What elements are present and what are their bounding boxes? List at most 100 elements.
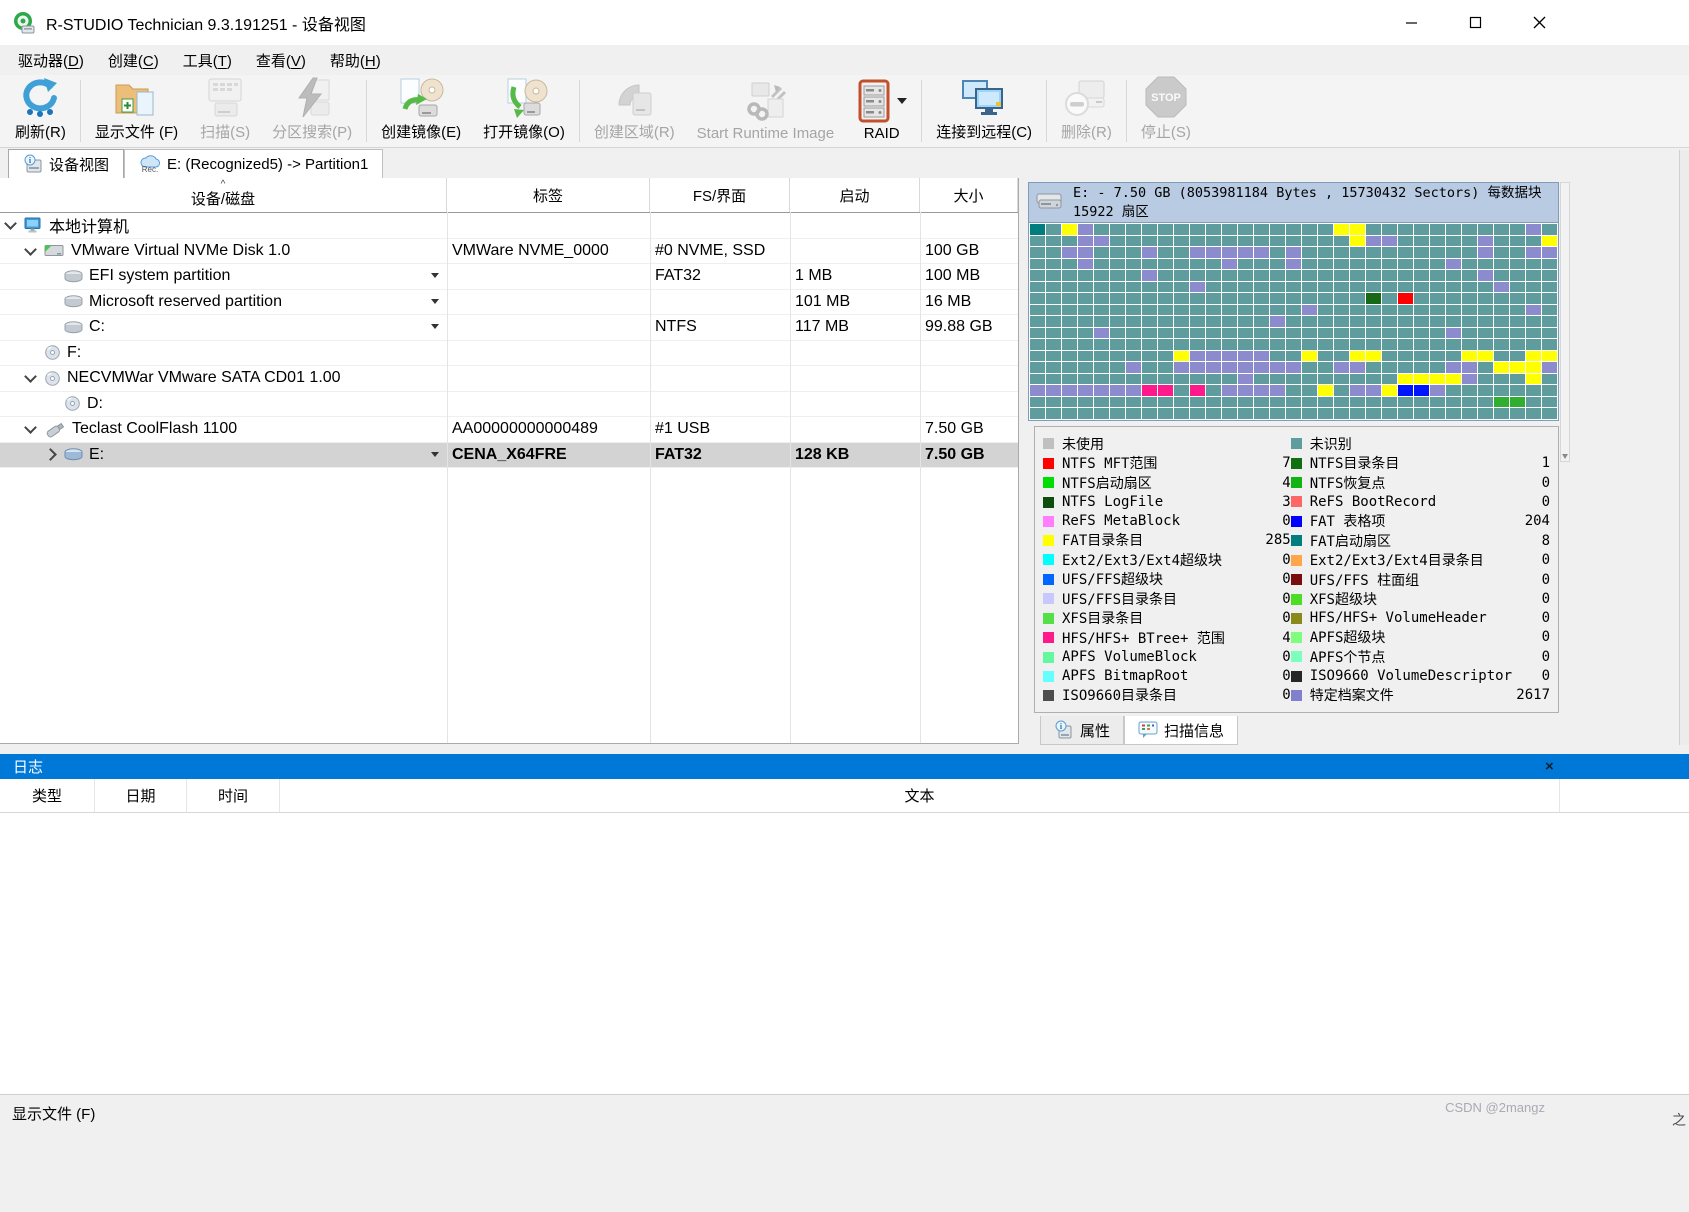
device-row-4[interactable]: C:NTFS117 MB99.88 GB xyxy=(0,315,1018,341)
maximize-button[interactable] xyxy=(1443,0,1507,45)
block-cell xyxy=(1206,408,1221,419)
scan-scrollbar[interactable] xyxy=(1560,182,1570,462)
block-cell xyxy=(1254,270,1269,281)
log-column-header-1[interactable]: 日期 xyxy=(95,779,187,812)
block-cell xyxy=(1158,282,1173,293)
device-row-5[interactable]: F: xyxy=(0,341,1018,367)
block-cell xyxy=(1286,282,1301,293)
toolbar-button-show-files[interactable]: 显示文件 (F) xyxy=(84,75,189,147)
menu-item-1[interactable]: 创建(C) xyxy=(96,50,171,71)
column-header-4[interactable]: 大小 xyxy=(920,178,1018,212)
menu-item-0[interactable]: 驱动器(D) xyxy=(6,50,96,71)
block-cell xyxy=(1414,374,1429,385)
device-name-cell: Microsoft reserved partition xyxy=(0,290,447,315)
expander-open-icon[interactable] xyxy=(24,421,37,434)
device-row-3[interactable]: Microsoft reserved partition101 MB16 MB xyxy=(0,290,1018,316)
toolbar-button-create-image[interactable]: 创建镜像(E) xyxy=(370,75,472,147)
toolbar-button-label: Start Runtime Image xyxy=(697,125,835,142)
scan-tab-properties[interactable]: i属性 xyxy=(1040,716,1124,745)
usb-icon xyxy=(44,421,66,438)
menu-item-2[interactable]: 工具(T) xyxy=(171,50,244,71)
scan-tab-scan-info[interactable]: 扫描信息 xyxy=(1124,716,1238,745)
toolbar-separator xyxy=(579,80,580,142)
device-row-6[interactable]: NECVMWar VMware SATA CD01 1.00 xyxy=(0,366,1018,392)
block-cell xyxy=(1382,282,1397,293)
block-cell xyxy=(1334,362,1349,373)
block-cell xyxy=(1382,236,1397,247)
legend-item: 未使用 xyxy=(1043,434,1291,454)
close-button[interactable] xyxy=(1507,0,1571,45)
block-cell xyxy=(1510,247,1525,258)
block-cell xyxy=(1046,305,1061,316)
raid-dropdown-caret[interactable] xyxy=(897,98,907,104)
block-cell xyxy=(1206,385,1221,396)
block-cell xyxy=(1334,224,1349,235)
device-row-7[interactable]: D: xyxy=(0,392,1018,418)
log-column-header-3[interactable]: 文本 xyxy=(280,779,1560,812)
column-header-3[interactable]: 启动 xyxy=(790,178,920,212)
minimize-button[interactable] xyxy=(1379,0,1443,45)
device-row-1[interactable]: VMware Virtual NVMe Disk 1.0VMWare NVME_… xyxy=(0,239,1018,265)
column-header-0[interactable]: ^设备/磁盘 xyxy=(0,178,447,212)
legend-swatch xyxy=(1291,496,1302,507)
log-close-button[interactable]: × xyxy=(1545,758,1554,775)
toolbar-button-refresh[interactable]: 刷新(R) xyxy=(4,75,77,147)
column-header-1[interactable]: 标签 xyxy=(447,178,650,212)
block-cell xyxy=(1030,236,1045,247)
log-column-header-2[interactable]: 时间 xyxy=(187,779,280,812)
toolbar-button-scan[interactable]: 扫描(S) xyxy=(189,75,261,147)
expander-open-icon[interactable] xyxy=(24,370,37,383)
toolbar-button-create-region[interactable]: 创建区域(R) xyxy=(583,75,686,147)
row-dropdown-caret[interactable] xyxy=(431,452,439,457)
legend-item: NTFS目录条目1 xyxy=(1291,454,1550,474)
block-cell xyxy=(1110,385,1125,396)
toolbar-button-raid[interactable]: RAID xyxy=(845,75,918,147)
device-row-9[interactable]: E:CENA_X64FREFAT32128 KB7.50 GB xyxy=(0,443,1018,469)
right-splitter[interactable] xyxy=(1679,150,1689,745)
legend-item: NTFS MFT范围7 xyxy=(1043,454,1291,474)
block-cell xyxy=(1174,339,1189,350)
block-cell xyxy=(1446,236,1461,247)
row-dropdown-caret[interactable] xyxy=(431,273,439,278)
log-column-header-0[interactable]: 类型 xyxy=(0,779,95,812)
block-cell xyxy=(1430,328,1445,339)
block-cell xyxy=(1270,224,1285,235)
legend-count: 0 xyxy=(1512,552,1550,568)
block-cell xyxy=(1302,351,1317,362)
column-header-2[interactable]: FS/界面 xyxy=(650,178,790,212)
toolbar-button-delete[interactable]: 删除(R) xyxy=(1050,75,1123,147)
block-cell xyxy=(1222,362,1237,373)
expander-closed-icon[interactable] xyxy=(44,448,57,461)
row-dropdown-caret[interactable] xyxy=(431,299,439,304)
block-cell xyxy=(1158,339,1173,350)
scan-info-icon xyxy=(1138,721,1158,739)
open-image-icon xyxy=(500,77,548,119)
device-row-0[interactable]: 本地计算机 xyxy=(0,213,1018,239)
toolbar-button-partition-search[interactable]: 分区搜索(P) xyxy=(261,75,363,147)
toolbar-button-connect-remote[interactable]: 连接到远程(C) xyxy=(925,75,1043,147)
device-row-8[interactable]: Teclast CoolFlash 1100AA00000000000489#1… xyxy=(0,417,1018,443)
block-cell xyxy=(1190,339,1205,350)
block-cell xyxy=(1542,259,1557,270)
toolbar-button-start-runtime-image[interactable]: Start Runtime Image xyxy=(686,75,846,147)
cell-fs xyxy=(650,366,790,391)
cell-st: 1 MB xyxy=(790,264,920,289)
tab-recognized-partition[interactable]: Rec.E: (Recognized5) -> Partition1 xyxy=(124,149,383,178)
scroll-down-arrow-icon[interactable] xyxy=(1562,454,1568,459)
expander-open-icon[interactable] xyxy=(4,217,17,230)
disk-icon xyxy=(44,243,65,258)
device-row-2[interactable]: EFI system partitionFAT321 MB100 MB xyxy=(0,264,1018,290)
tab-device-view[interactable]: i设备视图 xyxy=(8,149,124,178)
block-cell xyxy=(1222,408,1237,419)
toolbar-button-open-image[interactable]: 打开镜像(O) xyxy=(472,75,576,147)
log-column-label: 日期 xyxy=(125,785,155,806)
toolbar-button-label: 扫描(S) xyxy=(200,121,250,142)
block-cell xyxy=(1494,259,1509,270)
legend-item: UFS/FFS超级块0 xyxy=(1043,570,1291,590)
expander-open-icon[interactable] xyxy=(24,243,37,256)
row-dropdown-caret[interactable] xyxy=(431,324,439,329)
toolbar-button-stop[interactable]: STOP停止(S) xyxy=(1130,75,1202,147)
menu-item-4[interactable]: 帮助(H) xyxy=(318,50,393,71)
block-cell xyxy=(1462,282,1477,293)
menu-item-3[interactable]: 查看(V) xyxy=(244,50,318,71)
